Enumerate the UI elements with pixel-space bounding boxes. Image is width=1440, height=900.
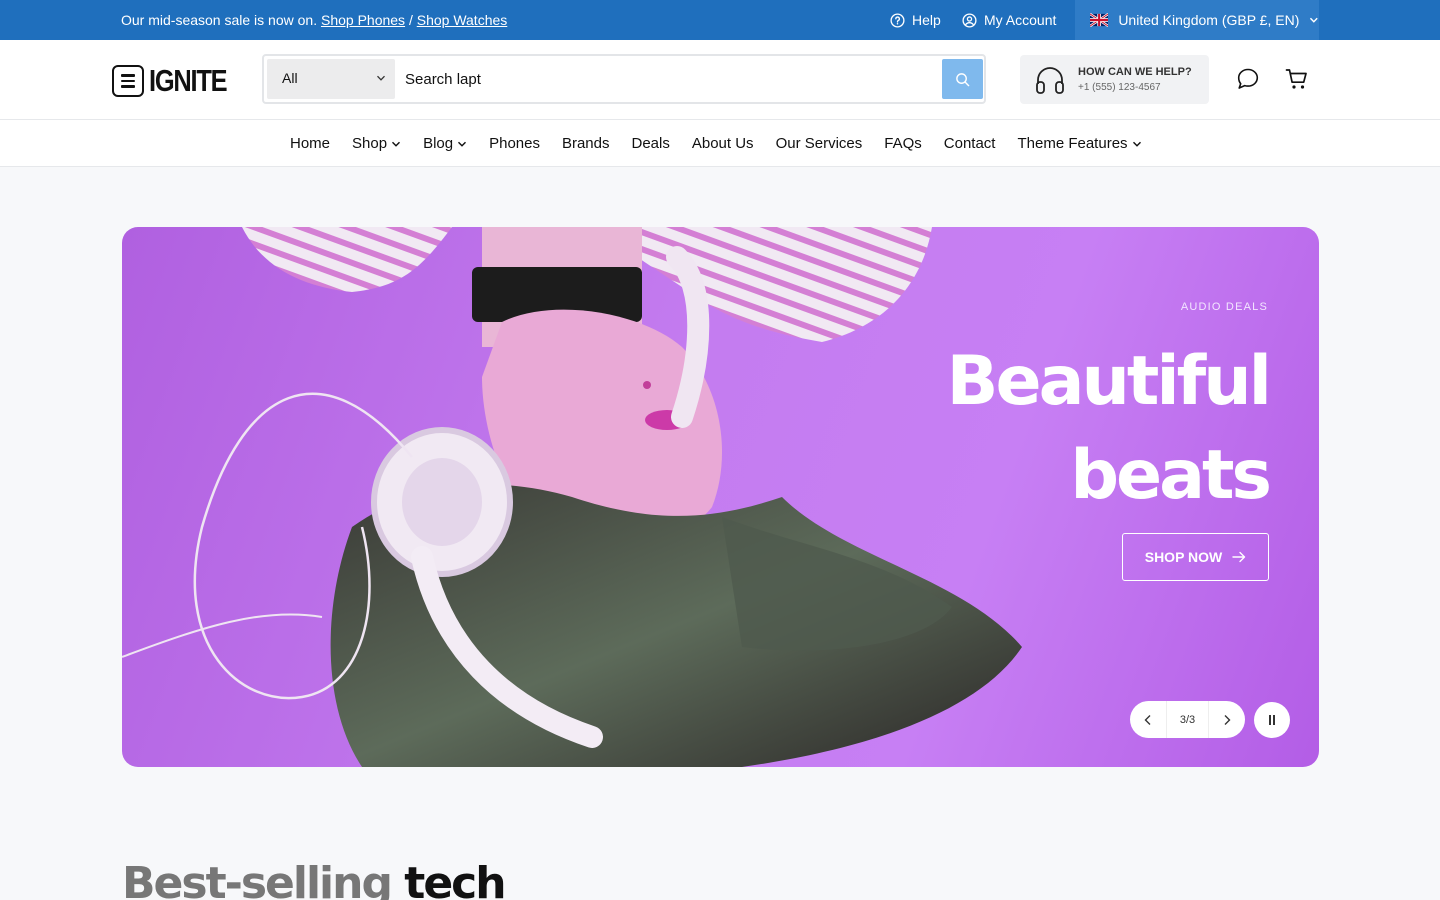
arrow-right-icon [1232,551,1246,563]
shop-now-button[interactable]: SHOP NOW [1122,533,1269,581]
hero-headline-line1: Beautiful [946,342,1272,421]
search-bar: All [262,54,986,104]
nav-item-label: Brands [561,135,610,152]
shop-phones-link[interactable]: Shop Phones [321,12,405,28]
locale-selector[interactable]: United Kingdom (GBP £, EN) [1075,0,1319,40]
hero-eyebrow: AUDIO DEALS [1180,301,1268,313]
chevron-right-icon [1224,714,1231,725]
nav-item-label: Blog [423,135,454,152]
locale-label: United Kingdom (GBP £, EN) [1118,12,1300,28]
announcement-text: Our mid-season sale is now on. [121,12,318,28]
search-icon [956,72,970,86]
site-logo[interactable]: IGNITE [112,63,243,99]
best-selling-heading: Best-selling tech [122,858,507,900]
search-input[interactable] [405,68,925,90]
chevron-down-icon [377,75,385,81]
chat-bubble-icon [1237,68,1259,89]
nav-item-about-us[interactable]: About Us [692,135,754,152]
nav-item-label: Contact [943,135,996,152]
nav-item-brands[interactable]: Brands [562,135,610,152]
previous-slide-button[interactable] [1130,701,1166,738]
question-circle-icon [890,12,905,28]
search-button[interactable] [942,59,983,99]
nav-item-contact[interactable]: Contact [944,135,996,152]
announcement-bar: Our mid-season sale is now on. Shop Phon… [0,0,1440,40]
nav-item-label: Deals [631,135,670,152]
uk-flag-icon [1090,13,1109,27]
nav-item-label: FAQs [884,135,922,152]
main-navigation: Home Shop Blog Phones Brands Deals About… [0,120,1440,167]
next-slide-button[interactable] [1209,701,1245,738]
nav-item-faqs[interactable]: FAQs [884,135,922,152]
chevron-down-icon [458,141,467,147]
shop-watches-link[interactable]: Shop Watches [417,12,508,28]
chevron-down-icon [1132,141,1141,147]
search-category-select[interactable]: All [267,59,395,99]
heading-muted-part: Best-selling [122,858,393,900]
hero-headline: Beautiful beats [849,335,1272,523]
search-category-value: All [282,70,298,86]
slide-counter: 3/3 [1166,701,1209,738]
cart-button[interactable] [1285,67,1309,96]
help-link[interactable]: Help [890,12,941,28]
shopping-cart-icon [1285,69,1307,89]
pause-slideshow-button[interactable] [1254,702,1290,738]
nav-item-our-services[interactable]: Our Services [776,135,863,152]
slideshow-controls: 3/3 [1130,701,1245,738]
headphones-icon [1036,67,1064,94]
user-circle-icon [962,12,977,28]
logo-wordmark: IGNITE [149,63,228,98]
support-title: HOW CAN WE HELP? [1078,66,1192,78]
account-label: My Account [984,12,1057,28]
nav-item-phones[interactable]: Phones [489,135,540,152]
site-header: IGNITE All HOW CAN WE HELP? +1 (555) 123… [0,40,1440,120]
chevron-left-icon [1144,714,1151,725]
chevron-down-icon [392,141,401,147]
nav-item-blog[interactable]: Blog [423,135,467,152]
support-contact[interactable]: HOW CAN WE HELP? +1 (555) 123-4567 [1020,55,1209,104]
hero-slideshow: AUDIO DEALS Beautiful beats SHOP NOW 3/3 [122,227,1319,767]
announcement-separator: / [408,12,413,28]
hero-headline-line2: beats [1070,436,1272,515]
nav-item-home[interactable]: Home [290,135,330,152]
chevron-down-icon [1310,17,1319,23]
nav-item-label: Home [290,135,331,152]
help-label: Help [912,12,941,28]
nav-item-label: Shop [352,135,388,152]
nav-item-label: Phones [489,135,540,152]
chat-button[interactable] [1236,67,1260,96]
nav-item-shop[interactable]: Shop [352,135,401,152]
nav-item-label: Our Services [775,135,863,152]
nav-item-label: Theme Features [1017,135,1128,152]
heading-strong-part: tech [404,858,506,900]
menu-icon[interactable] [112,65,144,97]
announcement-message: Our mid-season sale is now on. Shop Phon… [121,12,507,28]
nav-item-deals[interactable]: Deals [632,135,670,152]
support-phone: +1 (555) 123-4567 [1078,82,1161,93]
shop-now-label: SHOP NOW [1144,549,1223,565]
my-account-link[interactable]: My Account [962,12,1056,28]
pause-icon [1269,715,1271,725]
nav-item-theme-features[interactable]: Theme Features [1017,135,1141,152]
nav-item-label: About Us [691,135,754,152]
